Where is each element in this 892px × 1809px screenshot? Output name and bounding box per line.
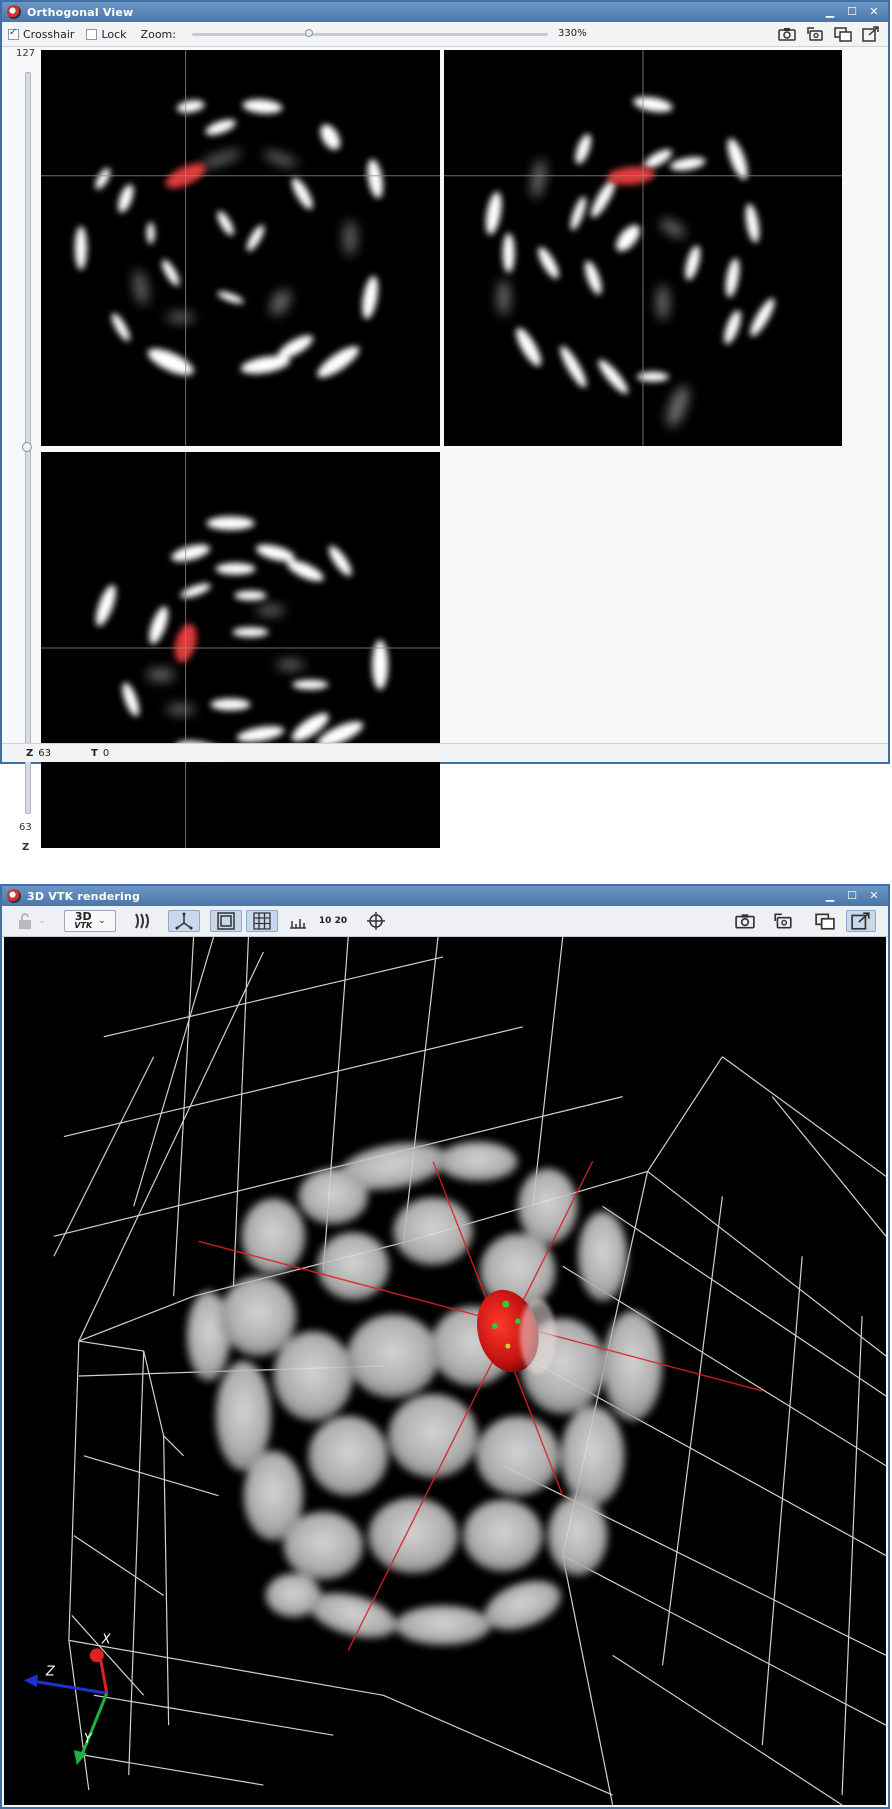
maximize-icon[interactable]: ☐ <box>846 6 858 18</box>
zoom-slider[interactable] <box>192 33 548 36</box>
app-icon <box>7 5 21 19</box>
axes-icon[interactable] <box>168 910 200 932</box>
render-mode-label: 3D <box>74 910 92 923</box>
vtk-rendering-window: 3D VTK rendering ▁ ☐ ✕ ⌄ 3D VTK ⌄ 10 20 … <box>0 884 890 1809</box>
y-axis-label: Y <box>84 1732 93 1747</box>
crosshair-label: Crosshair <box>23 27 75 41</box>
ortho-toolbar: Crosshair Lock Zoom: 330% <box>2 22 888 47</box>
export-icon[interactable] <box>846 910 876 932</box>
detach-window-icon[interactable] <box>810 910 840 932</box>
z-status-value: 63 <box>38 747 51 759</box>
shading-icon[interactable] <box>126 910 158 932</box>
vtk-3d-viewport[interactable]: X Z Y <box>4 937 886 1805</box>
minimize-icon[interactable]: ▁ <box>824 6 836 18</box>
zoom-value: 330% <box>558 28 587 39</box>
bounding-box-icon[interactable] <box>210 910 242 932</box>
lock-icon[interactable]: ⌄ <box>8 910 54 932</box>
volume-rendering <box>186 1141 663 1646</box>
export-icon[interactable] <box>860 24 882 44</box>
title-bar[interactable]: Orthogonal View ▁ ☐ ✕ <box>2 2 888 22</box>
xy-slice-view[interactable] <box>41 50 440 446</box>
window-title: Orthogonal View <box>27 5 134 19</box>
t-status-value: 0 <box>102 747 110 759</box>
bounds-label-icon[interactable]: 10 20 <box>318 910 348 932</box>
app-icon <box>7 889 21 903</box>
crosshair-toggle[interactable]: Crosshair <box>8 27 75 41</box>
render-mode-icon[interactable]: 3D VTK ⌄ <box>64 910 116 932</box>
t-status-label: T <box>91 747 98 759</box>
picking-icon[interactable] <box>360 910 392 932</box>
axes-gizmo: X Z Y <box>23 1632 112 1766</box>
maximize-icon[interactable]: ☐ <box>846 890 858 902</box>
lock-label: Lock <box>101 27 127 41</box>
zy-slice-view[interactable] <box>444 50 842 446</box>
detach-window-icon[interactable] <box>832 24 854 44</box>
close-icon[interactable]: ✕ <box>868 6 880 18</box>
snapshot-copy-icon[interactable] <box>804 24 826 44</box>
zoom-slider-thumb[interactable] <box>305 29 313 37</box>
crosshair-checkbox[interactable] <box>8 27 19 40</box>
z-slider-axis: Z <box>22 842 30 853</box>
z-slider-value: 63 <box>19 822 32 833</box>
xz-slice-view[interactable] <box>41 452 440 848</box>
vtk-toolbar: ⌄ 3D VTK ⌄ 10 20 <box>2 906 888 937</box>
title-bar[interactable]: 3D VTK rendering ▁ ☐ ✕ <box>2 886 888 906</box>
z-slider-max: 127 <box>16 48 36 59</box>
close-icon[interactable]: ✕ <box>868 890 880 902</box>
z-axis-label: Z <box>45 1664 56 1679</box>
ortho-status-bar: Z 63 T0 <box>2 743 888 762</box>
orthogonal-view-window: Orthogonal View ▁ ☐ ✕ Crosshair Lock Zoo… <box>0 0 890 853</box>
grid-icon[interactable] <box>246 910 278 932</box>
z-status-label: Z <box>26 747 34 759</box>
x-axis-label: X <box>101 1632 112 1647</box>
camera-icon[interactable] <box>730 910 760 932</box>
z-slider-thumb[interactable] <box>22 442 32 452</box>
window-title: 3D VTK rendering <box>27 889 141 903</box>
snapshot-copy-icon[interactable] <box>768 910 798 932</box>
camera-icon[interactable] <box>776 24 798 44</box>
minimize-icon[interactable]: ▁ <box>824 890 836 902</box>
ruler-icon[interactable] <box>282 910 314 932</box>
lock-checkbox[interactable] <box>86 28 98 40</box>
render-mode-sub: VTK <box>74 921 93 930</box>
lock-toggle[interactable]: Lock <box>86 27 127 41</box>
zoom-label: Zoom: <box>140 27 176 41</box>
